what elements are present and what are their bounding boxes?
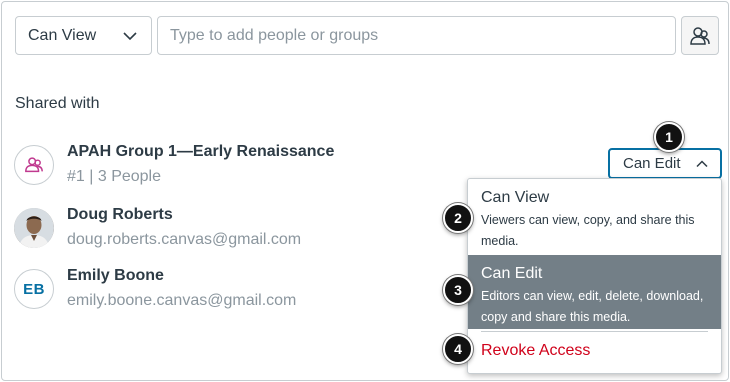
- chevron-down-icon: [123, 32, 137, 41]
- initials-avatar: EB: [14, 269, 54, 309]
- callout-marker: 1: [654, 122, 684, 152]
- menu-item-title: Can View: [481, 189, 550, 206]
- user-photo-avatar: [14, 208, 54, 248]
- role-dropdown-menu: Can View Viewers can view, copy, and sha…: [467, 178, 722, 374]
- person-photo: [14, 208, 54, 248]
- callout-marker: 3: [443, 275, 473, 305]
- role-select-button[interactable]: Can Edit: [608, 148, 722, 179]
- menu-item-description: Viewers can view, copy, and share this m…: [481, 213, 695, 248]
- shared-entry-user: Doug Roberts doug.roberts.canvas@gmail.c…: [14, 206, 434, 256]
- entry-name: Doug Roberts: [67, 206, 173, 223]
- callout-marker: 4: [443, 334, 473, 364]
- people-search-input[interactable]: [157, 16, 676, 55]
- people-icon: [690, 26, 710, 45]
- browse-people-button[interactable]: [681, 16, 719, 55]
- permission-select-label: Can View: [28, 26, 97, 44]
- chevron-up-icon: [696, 160, 708, 168]
- permission-select[interactable]: Can View: [15, 16, 152, 55]
- menu-item-title: Revoke Access: [481, 342, 591, 359]
- entry-detail: #1 | 3 People: [67, 168, 162, 185]
- shared-entry-group: APAH Group 1—Early Renaissance #1 | 3 Pe…: [14, 143, 434, 193]
- share-dialog: Can View Shared with APAH Group 1—Early …: [1, 1, 729, 381]
- menu-divider: [481, 331, 708, 332]
- group-icon: [25, 157, 43, 173]
- shared-with-heading: Shared with: [15, 95, 100, 112]
- menu-item-can-edit[interactable]: Can Edit Editors can view, edit, delete,…: [468, 255, 721, 329]
- role-select-label: Can Edit: [623, 155, 681, 172]
- entry-email: doug.roberts.canvas@gmail.com: [67, 231, 302, 248]
- menu-item-description: Editors can view, edit, delete, download…: [481, 289, 704, 324]
- menu-item-title: Can Edit: [481, 265, 543, 282]
- shared-entry-user: EB Emily Boone emily.boone.canvas@gmail.…: [14, 267, 434, 317]
- entry-name: APAH Group 1—Early Renaissance: [67, 143, 335, 160]
- entry-name: Emily Boone: [67, 267, 164, 284]
- entry-email: emily.boone.canvas@gmail.com: [67, 292, 297, 309]
- menu-item-revoke-access[interactable]: Revoke Access: [468, 334, 721, 373]
- callout-marker: 2: [443, 203, 473, 233]
- group-avatar: [14, 145, 54, 185]
- menu-item-can-view[interactable]: Can View Viewers can view, copy, and sha…: [468, 179, 721, 255]
